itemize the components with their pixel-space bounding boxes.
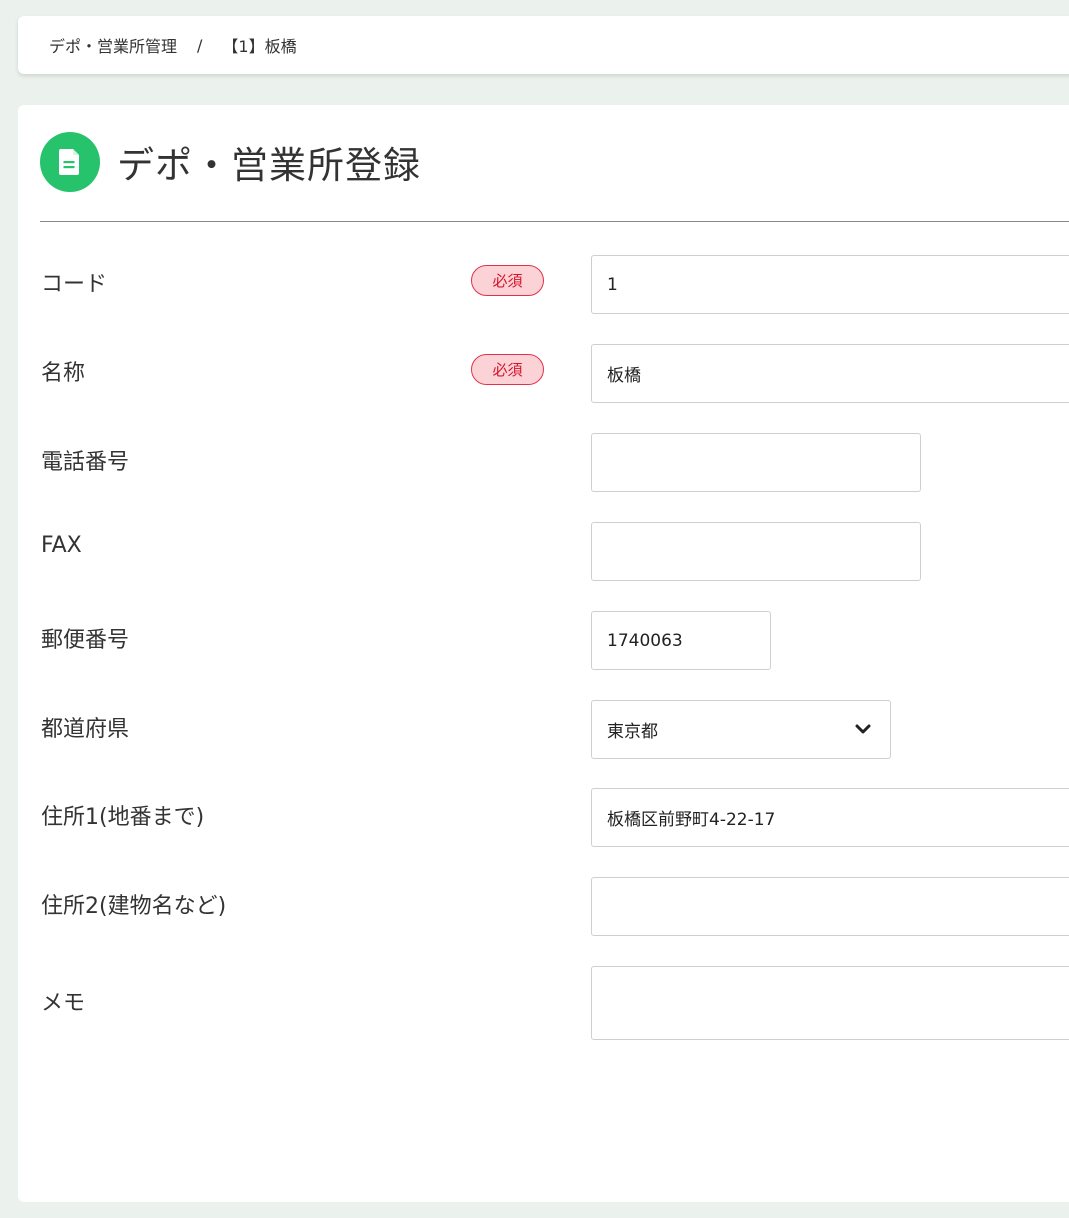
name-input[interactable] [591, 344, 1069, 403]
memo-textarea[interactable] [591, 966, 1069, 1040]
prefecture-label: 都道府県 [41, 717, 130, 742]
address1-label: 住所1(地番まで) [41, 805, 205, 830]
address2-label: 住所2(建物名など) [41, 894, 227, 919]
address2-input[interactable] [591, 877, 1069, 936]
breadcrumb-parent-link[interactable]: デポ・営業所管理 [49, 33, 177, 57]
document-icon [40, 132, 100, 192]
breadcrumb-separator: / [197, 35, 203, 55]
prefecture-select[interactable]: 東京都 [591, 700, 891, 759]
form-card: デポ・営業所登録 コード 必須 名称 必須 電話番号 FAX 郵便番号 都道府県… [18, 105, 1069, 1202]
phone-input[interactable] [591, 433, 921, 492]
breadcrumb-current: 【1】板橋 [222, 37, 297, 56]
chevron-down-icon [854, 724, 872, 736]
code-label: コード [41, 272, 108, 297]
required-badge: 必須 [471, 354, 544, 385]
postal-label: 郵便番号 [41, 628, 130, 653]
page-header: デポ・営業所登録 [40, 132, 421, 192]
code-input[interactable] [591, 255, 1069, 314]
fax-label: FAX [41, 533, 82, 558]
memo-label: メモ [41, 991, 86, 1016]
fax-input[interactable] [591, 522, 921, 581]
phone-label: 電話番号 [41, 450, 130, 475]
page-title: デポ・営業所登録 [117, 144, 421, 187]
postal-code-input[interactable] [591, 611, 771, 670]
address1-input[interactable] [591, 788, 1069, 847]
prefecture-selected-value: 東京都 [607, 722, 658, 742]
breadcrumb: デポ・営業所管理 / 【1】板橋 [18, 16, 1069, 74]
name-label: 名称 [41, 361, 86, 386]
required-badge: 必須 [471, 265, 544, 296]
header-divider [40, 221, 1069, 222]
